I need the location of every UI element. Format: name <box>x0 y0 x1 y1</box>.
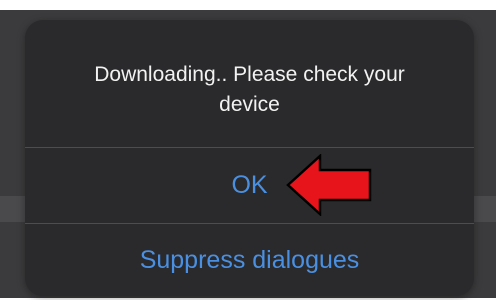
suppress-dialogues-button[interactable]: Suppress dialogues <box>25 224 474 296</box>
alert-dialog: Downloading.. Please check your device O… <box>25 20 474 296</box>
red-arrow-icon <box>286 154 372 216</box>
dialog-message: Downloading.. Please check your device <box>94 63 405 116</box>
ok-button[interactable]: OK <box>25 148 474 223</box>
